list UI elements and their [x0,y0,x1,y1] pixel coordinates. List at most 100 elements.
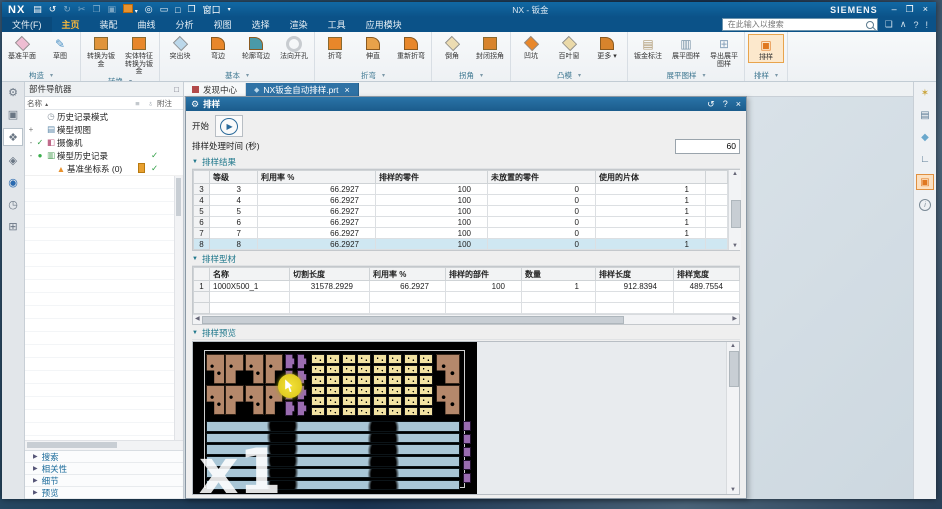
ribbon-group-label[interactable]: 构造▾ [5,70,77,81]
web-browser-icon[interactable]: ◉ [4,174,22,190]
dialog-reset-icon[interactable]: ↺ [707,99,715,110]
ribbon-button-凹坑[interactable]: 凹坑 [514,34,548,61]
paste-icon[interactable]: ▣ [108,4,117,15]
nesting-tool-icon[interactable]: ▣ [916,174,934,190]
preview-canvas[interactable]: x1 [193,342,477,494]
expander-icon[interactable]: - [27,138,35,147]
expander-icon[interactable]: - [27,151,35,160]
minimize-button[interactable]: – [892,4,897,15]
cut-icon[interactable]: ✂ [78,4,86,15]
touch-icon[interactable]: ▭ [160,4,169,15]
table-row[interactable]: 4466.292710001 [194,195,728,206]
table-row[interactable]: 11000X500_131578.292966.29271001912.8394… [194,281,740,292]
column-header[interactable]: 排样宽度 [674,268,740,281]
window-icon[interactable]: □ [175,5,180,15]
processing-time-input[interactable] [675,139,740,154]
ribbon-button-弯边[interactable]: 弯边 [201,34,235,61]
info-icon[interactable]: i [917,198,933,212]
start-button[interactable]: ▶ [215,115,243,137]
assembly-navigator-icon[interactable]: ▣ [4,106,22,122]
section-results[interactable]: ▼ 排样结果 [192,156,740,169]
corner-tool-icon[interactable]: ∟ [917,152,933,166]
ribbon-button-倒角[interactable]: 倒角 [435,34,469,61]
fullscreen-icon[interactable]: ❏ [885,19,893,30]
table-row[interactable]: 8866.292710001 [194,239,728,250]
results-scrollbar[interactable]: ▲▼ [728,170,741,250]
part-navigator-icon[interactable]: ❖ [3,128,23,146]
menu-home[interactable]: 主页 [52,17,90,32]
dialog-title-bar[interactable]: ⚙ 排样 ↺ ? × [186,97,746,111]
ribbon-button-封闭拐角[interactable]: 封闭拐角 [473,34,507,61]
tree-scrollbar[interactable] [174,176,183,440]
ribbon-button-折弯[interactable]: 折弯 [318,34,352,61]
table-row[interactable]: 7766.292710001 [194,228,728,239]
reuse-library-icon[interactable]: ◈ [4,152,22,168]
menu-file[interactable]: 文件(F) [2,17,52,32]
restore-button[interactable]: ❐ [906,4,914,15]
ribbon-button-钣金标注[interactable]: ▤钣金标注 [631,34,665,61]
section-profiles[interactable]: ▼ 排样型材 [192,253,740,266]
ribbon-button-基准平面[interactable]: 基准平面 [5,34,39,61]
tree-node-模型历史记录[interactable]: -●▥模型历史记录✓ [25,149,183,162]
ribbon-group-label[interactable]: 展平图样▾ [631,70,741,81]
menu-select[interactable]: 选择 [242,17,280,32]
ribbon-button-转换为钣金[interactable]: 转换为钣金 [84,34,118,68]
tree-column-headers[interactable]: 名称 ▲ ≡ ♁ 附注 [25,97,183,110]
table-row[interactable] [194,292,740,303]
profiles-hscrollbar[interactable]: ◀▶ [193,314,739,324]
ribbon-group-label[interactable]: 排样▾ [748,70,784,81]
menu-assembly[interactable]: 装配 [90,17,128,32]
ribbon-button-重新折弯[interactable]: 重新折弯 [394,34,428,61]
ribbon-group-label[interactable]: 拐角▾ [435,70,507,81]
table-row[interactable]: 3366.292710001 [194,184,728,195]
history-panel-icon[interactable]: ◷ [4,196,22,212]
tab-tool-icon[interactable]: ◆ [917,130,933,144]
close-tab-icon[interactable]: × [345,85,350,95]
column-header[interactable]: 未放置的零件 [488,171,596,184]
dialog-help-icon[interactable]: ? [723,99,728,110]
minimize-ribbon-icon[interactable]: ∧ [900,19,907,30]
undock-icon[interactable]: □ [174,85,179,94]
recent-icon[interactable]: ▾ [123,4,138,15]
redo-icon[interactable]: ↻ [63,4,71,15]
menu-tools[interactable]: 工具 [318,17,356,32]
ribbon-group-label[interactable]: 折弯▾ [318,70,428,81]
column-header[interactable]: 利用率 % [258,171,376,184]
tree-node-摄像机[interactable]: -✓◧摄像机 [25,136,183,149]
column-header[interactable]: 排样的部件 [446,268,522,281]
menu-appmodules[interactable]: 应用模块 [356,17,412,32]
command-search[interactable] [722,18,878,31]
column-header[interactable]: 排样的零件 [376,171,488,184]
navigator-section-相关性[interactable]: ▶相关性 [25,463,183,475]
copy-icon[interactable]: ❐ [92,4,100,15]
tab-active-part[interactable]: ◆ NX钣金自动排样.prt × [246,83,359,96]
tree-node-模型视图[interactable]: +▤模型视图 [25,123,183,136]
window-menu[interactable]: ❒ 窗口 ▾ [188,3,231,16]
flat-pattern-view-icon[interactable]: ▤ [917,108,933,122]
tree-node-基准坐标系 (0)[interactable]: ▲基准坐标系 (0)✓ [25,162,183,175]
column-header[interactable]: 切割长度 [290,268,370,281]
ribbon-button-轮廓弯边[interactable]: 轮廓弯边 [239,34,273,61]
favorites-icon[interactable]: ✶ [917,86,933,100]
ribbon-button-实体特征转换为钣金[interactable]: 实体特征转换为钣金 [122,34,156,76]
column-header[interactable]: 等级 [210,171,258,184]
navigator-section-搜索[interactable]: ▶搜索 [25,451,183,463]
section-preview[interactable]: ▼ 排样预览 [192,327,740,340]
ribbon-button-导出展平图样[interactable]: ⊞导出展平图样 [707,34,741,68]
navigator-section-细节[interactable]: ▶细节 [25,475,183,487]
tree-hscrollbar[interactable] [25,440,183,450]
expander-icon[interactable]: + [27,125,35,134]
search-input[interactable] [726,19,866,30]
table-row[interactable]: 5566.292710001 [194,206,728,217]
help-icon[interactable]: ? [913,20,918,30]
navigator-section-预览[interactable]: ▶预览 [25,487,183,499]
process-studio-icon[interactable]: ⊞ [4,218,22,234]
table-row[interactable]: 6666.292710001 [194,217,728,228]
save-icon[interactable]: ▤ [33,4,42,15]
ribbon-button-伸直[interactable]: 伸直 [356,34,390,61]
tree-node-历史记录模式[interactable]: ◷历史记录模式 [25,110,183,123]
menu-analysis[interactable]: 分析 [166,17,204,32]
undo-icon[interactable]: ↺ [49,4,57,15]
menu-view[interactable]: 视图 [204,17,242,32]
ribbon-button-排样[interactable]: ▣排样 [748,34,784,63]
